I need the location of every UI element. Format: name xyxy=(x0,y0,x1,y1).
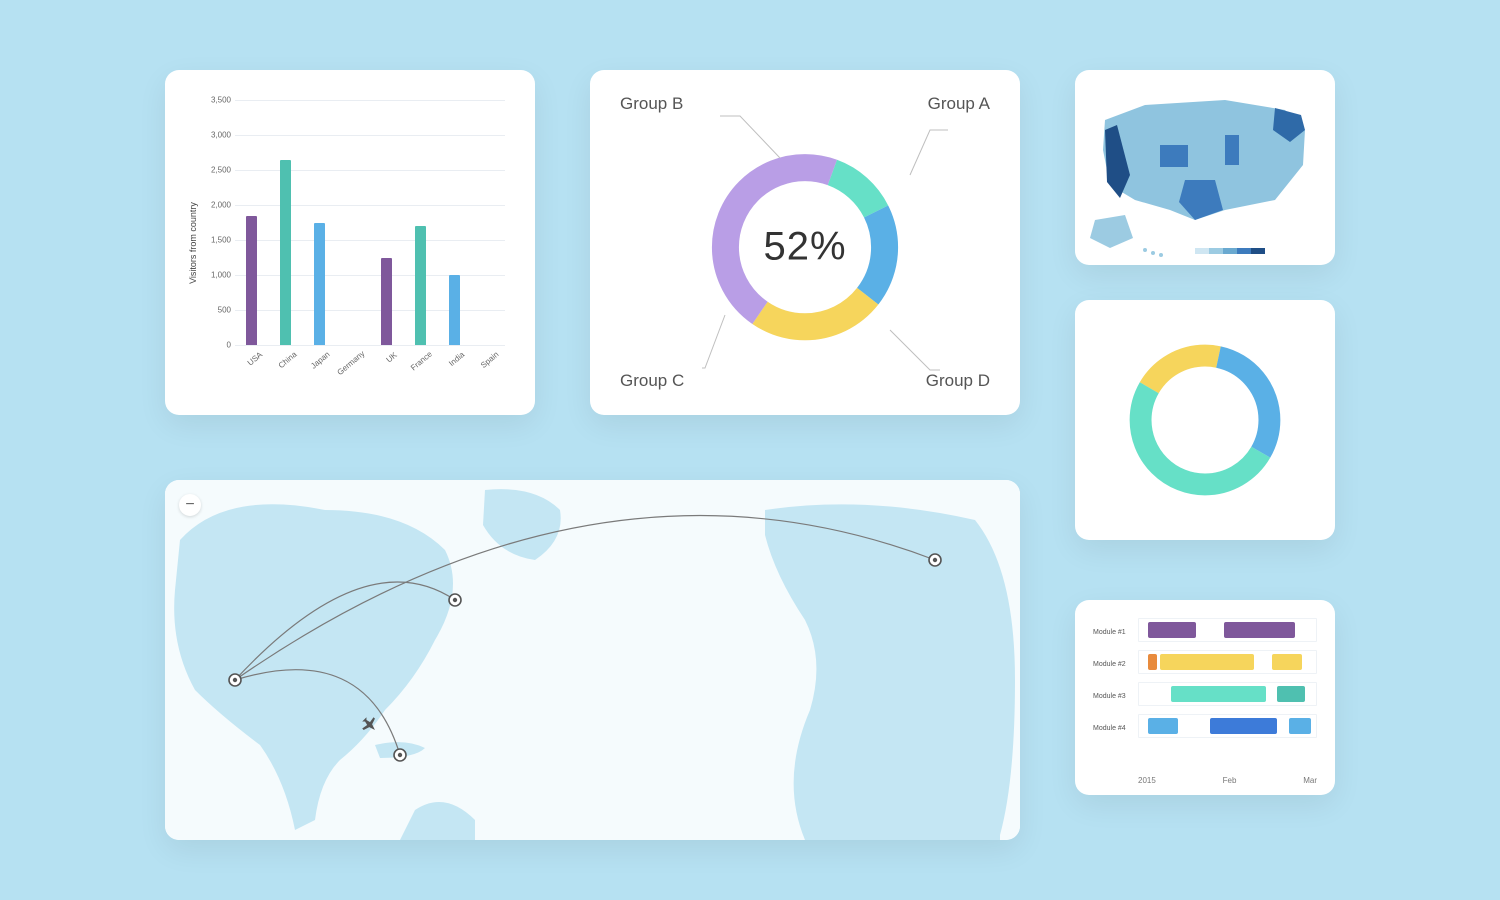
gantt-segment xyxy=(1148,718,1178,734)
gantt-xtick: Feb xyxy=(1223,776,1237,785)
gantt-row-label: Module #2 xyxy=(1093,661,1126,668)
gantt-row xyxy=(1138,682,1317,706)
gantt-segment xyxy=(1148,654,1157,670)
gantt-segment xyxy=(1171,686,1267,702)
gantt-segment xyxy=(1148,622,1196,638)
bar-xtick: Japan xyxy=(309,350,331,371)
bar-y-axis-label: Visitors from country xyxy=(188,202,198,284)
bar xyxy=(381,258,392,346)
minus-icon: − xyxy=(185,496,194,514)
bar-xtick: UK xyxy=(384,350,398,364)
gantt-row-label: Module #4 xyxy=(1093,725,1126,732)
gantt-xtick: Mar xyxy=(1303,776,1317,785)
bar-group: USA xyxy=(235,100,269,345)
dashboard-stage: Visitors from country 05001,0001,5002,00… xyxy=(0,0,1500,900)
bar-plot-area: 05001,0001,5002,0002,5003,0003,500 USACh… xyxy=(235,100,505,345)
bar-ytick: 2,000 xyxy=(211,201,235,210)
bar-ytick: 3,000 xyxy=(211,131,235,140)
world-flight-map-card: − xyxy=(165,480,1020,840)
bar xyxy=(449,275,460,345)
bar-ytick: 0 xyxy=(227,341,235,350)
gantt-card: Module #1 Module #2 Module #3 Module #4 201… xyxy=(1075,600,1335,795)
gantt-segment xyxy=(1160,654,1254,670)
donut-label-b: Group B xyxy=(620,94,683,114)
gantt-rows: Module #1 Module #2 Module #3 Module #4 xyxy=(1093,618,1317,769)
bar-group: France xyxy=(404,100,438,345)
gantt-xtick: 2015 xyxy=(1138,776,1156,785)
world-map-svg xyxy=(165,480,1020,840)
bar-ytick: 3,500 xyxy=(211,96,235,105)
map-zoom-out-button[interactable]: − xyxy=(179,494,201,516)
bar-xtick: Spain xyxy=(479,350,500,370)
bar-ytick: 1,000 xyxy=(211,271,235,280)
donut-center-label: 52% xyxy=(763,224,846,269)
donut-label-a: Group A xyxy=(928,94,990,114)
bar-xtick: India xyxy=(448,350,467,368)
gantt-row xyxy=(1138,714,1317,738)
gantt-segment xyxy=(1224,622,1295,638)
gantt-x-axis: 2015 Feb Mar xyxy=(1138,776,1317,785)
donut-label-c: Group C xyxy=(620,371,684,391)
bar-group: Spain xyxy=(471,100,505,345)
mini-donut-card xyxy=(1075,300,1335,540)
bar xyxy=(415,226,426,345)
groups-donut-card: 52% Group A Group B Group C Group D xyxy=(590,70,1020,415)
gantt-segment xyxy=(1289,718,1310,734)
gantt-segment xyxy=(1272,654,1302,670)
bar-xtick: China xyxy=(276,350,298,370)
donut-wrap: 52% xyxy=(700,142,910,352)
gantt-segment xyxy=(1277,686,1305,702)
us-choropleth-card xyxy=(1075,70,1335,265)
bar-group: UK xyxy=(370,100,404,345)
bar-ytick: 500 xyxy=(218,306,235,315)
gantt-row xyxy=(1138,618,1317,642)
bar-xtick: USA xyxy=(246,350,264,367)
bar-group: Germany xyxy=(336,100,370,345)
bar-groups: USAChinaJapanGermanyUKFranceIndiaSpain xyxy=(235,100,505,345)
visitors-bar-chart-card: Visitors from country 05001,0001,5002,00… xyxy=(165,70,535,415)
donut-label-d: Group D xyxy=(926,371,990,391)
gantt-row xyxy=(1138,650,1317,674)
bar-ytick: 1,500 xyxy=(211,236,235,245)
gantt-segment xyxy=(1210,718,1277,734)
bar-group: Japan xyxy=(303,100,337,345)
gantt-row-label: Module #1 xyxy=(1093,629,1126,636)
mini-donut-svg xyxy=(1120,335,1290,505)
bar xyxy=(246,216,257,346)
bar-ytick: 2,500 xyxy=(211,166,235,175)
bar-group: China xyxy=(269,100,303,345)
bar-group: India xyxy=(438,100,472,345)
bar xyxy=(280,160,291,346)
gantt-row-label: Module #3 xyxy=(1093,693,1126,700)
us-choropleth-svg xyxy=(1075,70,1335,265)
bar-xtick: France xyxy=(409,350,434,373)
bar-xtick: Germany xyxy=(336,349,367,377)
bar xyxy=(314,223,325,346)
